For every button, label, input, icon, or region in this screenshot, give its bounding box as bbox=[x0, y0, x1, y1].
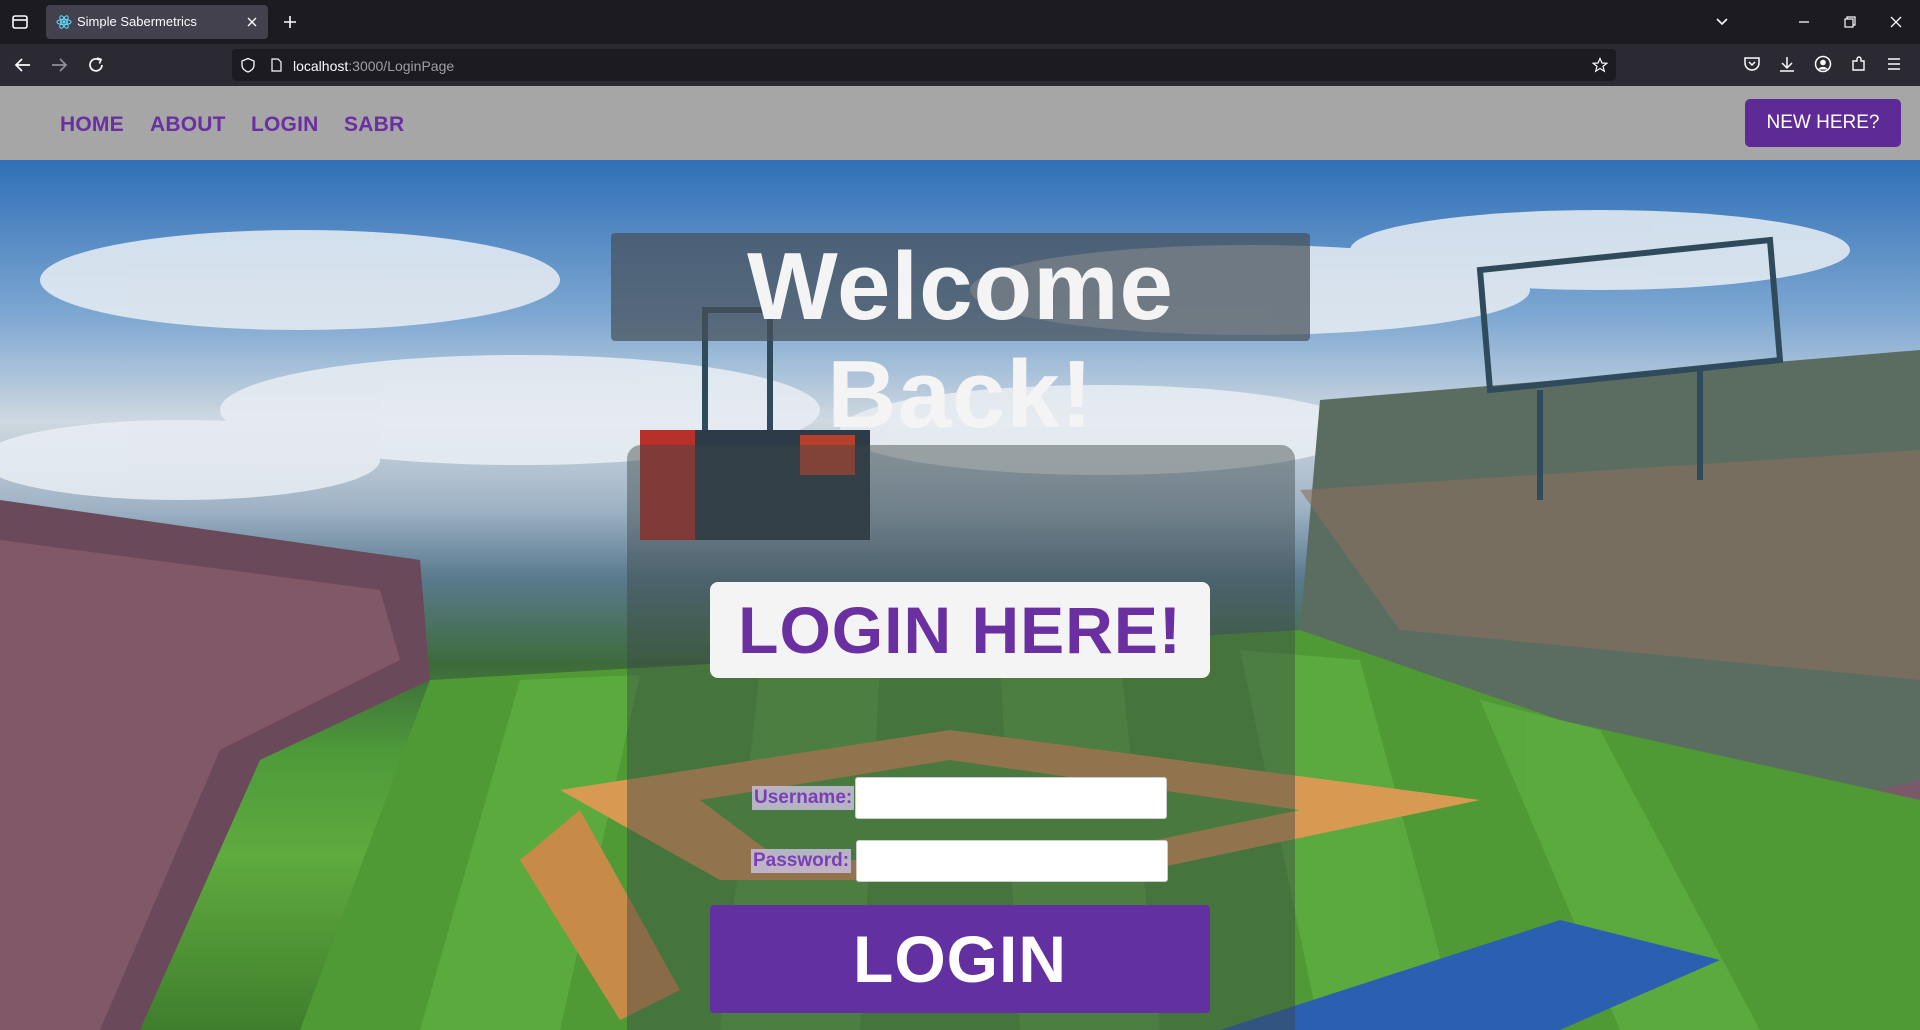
login-button[interactable]: LOGIN bbox=[710, 905, 1210, 1013]
page-title: Welcome Back! bbox=[747, 233, 1174, 448]
site-navbar: HOME ABOUT LOGIN SABR NEW HERE? bbox=[0, 86, 1920, 160]
account-icon[interactable] bbox=[1813, 54, 1833, 74]
tab-title: Simple Sabermetrics bbox=[77, 14, 197, 29]
username-label: Username: bbox=[752, 786, 855, 810]
username-input[interactable] bbox=[855, 777, 1167, 819]
browser-tabbar: Simple Sabermetrics bbox=[0, 0, 1920, 44]
page-viewport: HOME ABOUT LOGIN SABR NEW HERE? Welcome … bbox=[0, 86, 1920, 1030]
extensions-icon[interactable] bbox=[1849, 54, 1869, 74]
browser-tab-active[interactable]: Simple Sabermetrics bbox=[46, 5, 268, 39]
nav-link-sabr[interactable]: SABR bbox=[344, 113, 404, 137]
nav-link-login[interactable]: LOGIN bbox=[251, 113, 319, 137]
minimize-icon[interactable] bbox=[1794, 12, 1814, 32]
url-host: localhost bbox=[293, 58, 349, 74]
password-label: Password: bbox=[751, 849, 852, 873]
stadium-background: Welcome Back! LOGIN HERE! Username: Pass… bbox=[0, 160, 1920, 1030]
login-heading: LOGIN HERE! bbox=[738, 593, 1182, 667]
close-window-icon[interactable] bbox=[1886, 12, 1906, 32]
chevron-down-icon[interactable] bbox=[1712, 12, 1732, 32]
pocket-icon[interactable] bbox=[1742, 54, 1762, 74]
new-here-button[interactable]: NEW HERE? bbox=[1745, 99, 1901, 147]
shield-icon[interactable] bbox=[240, 57, 256, 73]
welcome-banner: Welcome Back! bbox=[611, 233, 1310, 448]
page-icon[interactable] bbox=[268, 57, 284, 73]
download-icon[interactable] bbox=[1777, 54, 1797, 74]
plus-icon[interactable] bbox=[280, 12, 300, 32]
url-path: :3000/LoginPage bbox=[348, 58, 455, 74]
react-logo-icon bbox=[56, 14, 72, 30]
menu-icon[interactable] bbox=[1884, 54, 1904, 74]
forward-arrow-icon[interactable] bbox=[48, 54, 70, 76]
star-icon[interactable] bbox=[1591, 57, 1609, 73]
nav-link-home[interactable]: HOME bbox=[60, 113, 124, 137]
url-bar[interactable]: localhost:3000/LoginPage bbox=[232, 49, 1616, 81]
browser-toolbar: localhost:3000/LoginPage bbox=[0, 44, 1920, 86]
password-input[interactable] bbox=[856, 840, 1168, 882]
url-text: localhost:3000/LoginPage bbox=[293, 58, 454, 74]
reload-icon[interactable] bbox=[85, 54, 107, 76]
back-arrow-icon[interactable] bbox=[12, 54, 34, 76]
tab-list-icon[interactable] bbox=[8, 10, 32, 34]
restore-icon[interactable] bbox=[1840, 12, 1860, 32]
close-icon[interactable] bbox=[244, 14, 260, 30]
login-heading-box: LOGIN HERE! bbox=[710, 582, 1210, 678]
nav-link-about[interactable]: ABOUT bbox=[150, 113, 226, 137]
